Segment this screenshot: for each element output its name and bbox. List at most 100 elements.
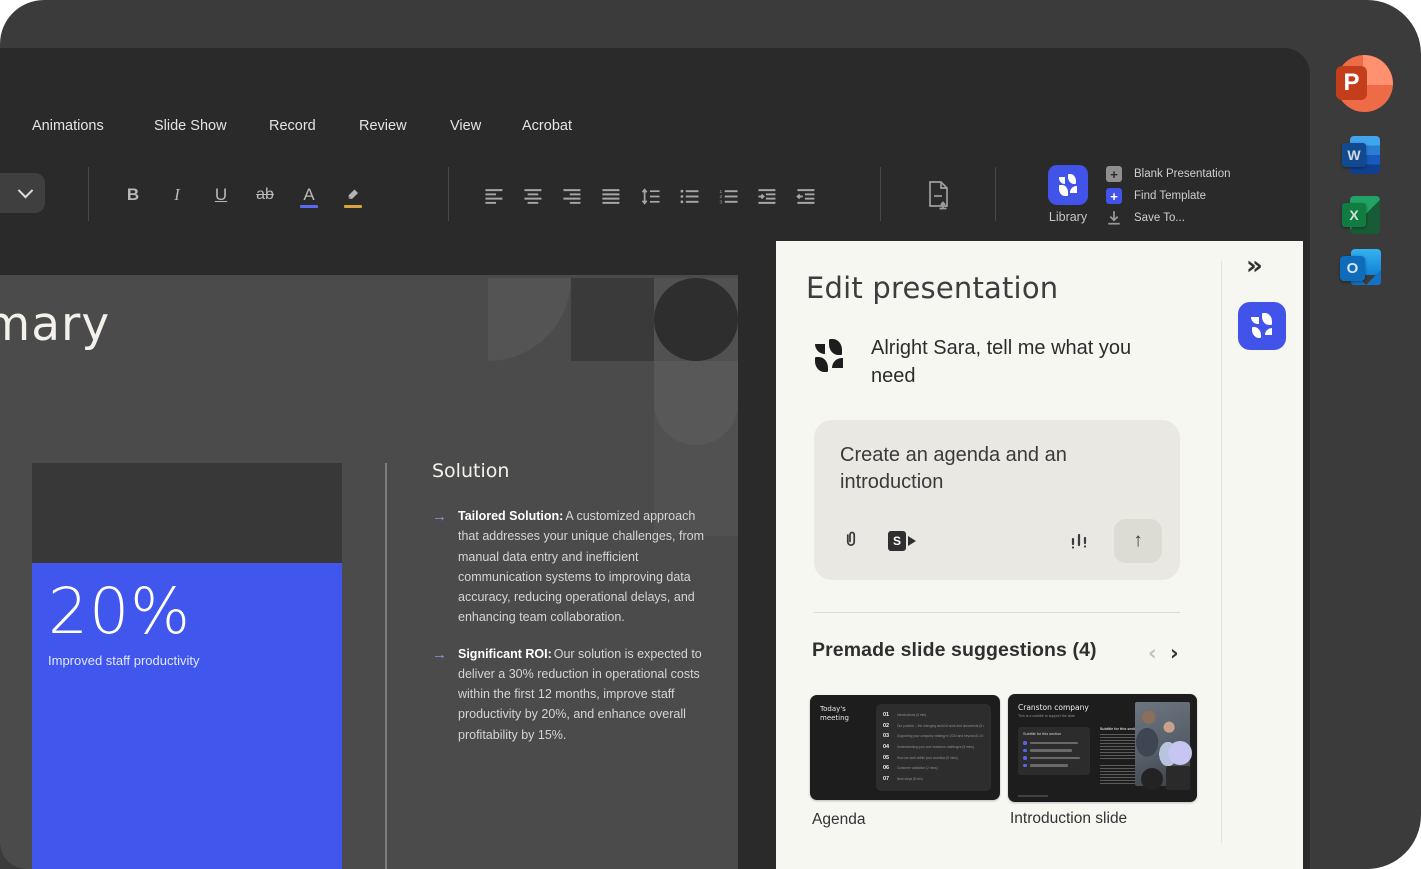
prompt-input[interactable]: Create an agenda and an introduction S ↑	[814, 420, 1180, 580]
toolbar-divider	[88, 167, 89, 221]
powerpoint-letter: P	[1336, 66, 1367, 100]
tab-acrobat[interactable]: Acrobat	[522, 118, 572, 134]
decor-square	[571, 278, 654, 361]
panel-collapse-button[interactable]: »	[1246, 251, 1263, 281]
solution-text-box[interactable]: Solution → Tailored Solution: A customize…	[432, 460, 714, 761]
voice-input-button[interactable]	[1070, 531, 1088, 551]
powerpoint-circle-highlight	[1363, 55, 1393, 85]
indent-increase-icon[interactable]	[757, 188, 779, 205]
sharepoint-icon: S	[888, 531, 906, 551]
font-format-group: B I U ab A	[116, 175, 370, 215]
sharepoint-arrow-icon	[908, 536, 916, 546]
agenda-item: Understanding your core business challen…	[897, 745, 974, 750]
solution-bullet: → Tailored Solution: A customized approac…	[432, 506, 714, 628]
solution-bullet: → Significant ROI: Our solution is expect…	[432, 644, 714, 745]
agenda-number: 01	[883, 712, 890, 719]
italic-button[interactable]: I	[160, 176, 194, 214]
agenda-number: 03	[883, 733, 890, 740]
tab-view[interactable]: View	[450, 118, 481, 134]
assistant-message: Alright Sara, tell me what you need	[871, 337, 1132, 387]
highlight-color-swatch	[344, 205, 362, 208]
slide-canvas[interactable]: Summary 20% Improved staff productivity …	[0, 275, 738, 869]
file-export-icon	[929, 181, 948, 210]
thumbnail-label-agenda[interactable]: Agenda	[812, 811, 865, 829]
agenda-row: 04 Understanding your core business chall…	[883, 742, 984, 753]
tab-slide-show[interactable]: Slide Show	[154, 118, 227, 134]
powerpoint-app-icon[interactable]: P	[1336, 55, 1393, 112]
find-template-label: Find Template	[1134, 190, 1207, 202]
suggestions-heading: Premade slide suggestions (4)	[812, 639, 1097, 661]
align-justify-icon[interactable]	[601, 188, 623, 205]
align-left-icon[interactable]	[484, 188, 506, 205]
underline-button[interactable]: U	[204, 176, 238, 214]
font-color-button[interactable]: A	[292, 176, 326, 214]
bullet-dot-icon	[1023, 756, 1027, 760]
intro-card-bullet	[1023, 762, 1085, 770]
align-center-icon[interactable]	[523, 188, 545, 205]
decor-dark-circle	[1141, 768, 1163, 790]
ribbon-collapse-button[interactable]	[0, 173, 45, 213]
bulleted-list-icon[interactable]	[679, 188, 701, 205]
line-spacing-icon[interactable]	[640, 187, 662, 205]
tab-record[interactable]: Record	[269, 118, 316, 134]
slide-title-box[interactable]: Summary	[0, 297, 210, 369]
powerpoint-window: Animations Slide Show Record Review View…	[0, 48, 1310, 869]
library-label: Library	[1048, 210, 1088, 224]
plus-icon: +	[1106, 188, 1122, 204]
decor-arch	[654, 361, 738, 445]
outlook-app-icon[interactable]: O	[1340, 247, 1381, 288]
toolbar-divider	[995, 167, 996, 221]
tab-review[interactable]: Review	[359, 118, 407, 134]
svg-text:3: 3	[719, 199, 722, 205]
highlighter-icon	[348, 189, 358, 199]
panel-divider	[1221, 261, 1222, 843]
indent-decrease-icon[interactable]	[796, 188, 818, 205]
prompt-text: Create an agenda and an introduction	[840, 444, 1067, 493]
slide-column-divider	[385, 463, 387, 869]
paragraph-group: 123	[484, 178, 818, 214]
agenda-item: Supporting your company strategy in 2024…	[897, 734, 984, 739]
word-app-icon[interactable]: W	[1342, 136, 1380, 174]
stat-image-placeholder[interactable]	[32, 463, 342, 563]
blank-presentation-action[interactable]: + Blank Presentation	[1106, 166, 1231, 182]
agenda-number: 04	[883, 744, 890, 751]
assistant-logo-icon	[1249, 313, 1275, 339]
text-bar	[1029, 741, 1078, 744]
sharepoint-button[interactable]: S	[888, 531, 917, 551]
new-slide-button[interactable]	[916, 173, 962, 217]
agenda-item: Our position – the changing world of wor…	[897, 723, 984, 728]
suggestions-next-button[interactable]: ›	[1170, 643, 1179, 664]
numbered-list-icon[interactable]: 123	[718, 188, 740, 205]
strikethrough-button[interactable]: ab	[248, 176, 282, 214]
attach-button[interactable]	[840, 530, 862, 552]
tab-animations[interactable]: Animations	[32, 118, 104, 134]
toolbar-divider	[448, 167, 449, 221]
library-button[interactable]	[1048, 165, 1088, 205]
suggestion-thumbnail-agenda[interactable]: Today's meeting 01 Introductions (5 min) …	[810, 695, 1000, 800]
excel-app-icon[interactable]: X	[1342, 196, 1380, 234]
slide-title: Summary	[0, 297, 111, 352]
send-button[interactable]: ↑	[1114, 519, 1162, 563]
blank-presentation-label: Blank Presentation	[1134, 168, 1231, 180]
thumbnail-label-introduction[interactable]: Introduction slide	[1010, 810, 1127, 828]
footer-placeholder	[1018, 795, 1048, 797]
agenda-number: 07	[883, 775, 890, 782]
suggestion-thumbnail-introduction[interactable]: Cranston company This is a subtitle to s…	[1008, 694, 1197, 802]
screenshot-stage: P W X O Animations Slide Show Record Rev…	[0, 0, 1421, 869]
bullet-lead: Tailored Solution:	[458, 509, 564, 523]
highlight-button[interactable]	[336, 176, 370, 214]
find-template-action[interactable]: + Find Template	[1106, 188, 1206, 204]
agenda-item: Customer validation (2 mins)	[897, 766, 938, 771]
save-to-action[interactable]: Save To...	[1106, 210, 1185, 226]
solution-heading: Solution	[432, 460, 510, 482]
waveform-icon	[1071, 533, 1087, 549]
suggestions-prev-button[interactable]: ‹	[1148, 643, 1157, 664]
assistant-logo-button[interactable]	[1238, 302, 1286, 350]
bold-button[interactable]: B	[116, 176, 150, 214]
agenda-row: 05 How we work within your workflow (5 mi…	[883, 752, 984, 763]
align-right-icon[interactable]	[562, 188, 584, 205]
agenda-item: Next steps (5 min)	[897, 776, 923, 781]
library-logo-icon	[1057, 174, 1079, 196]
stat-card[interactable]: 20% Improved staff productivity	[32, 563, 342, 869]
text-bar	[1029, 749, 1072, 752]
